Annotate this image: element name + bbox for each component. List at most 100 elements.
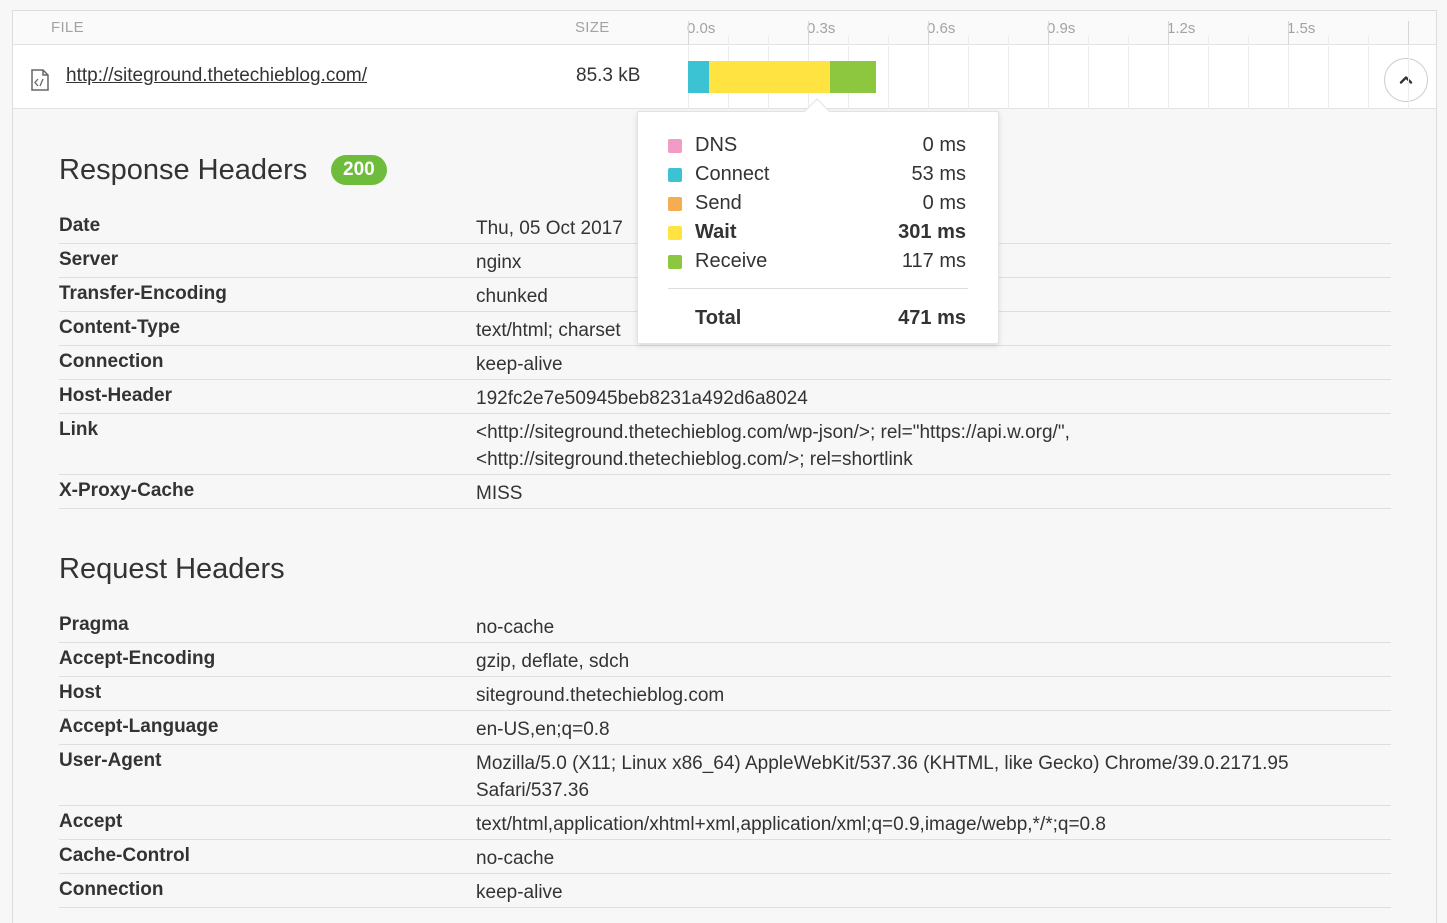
timeline-tick-mark <box>1248 36 1249 45</box>
timeline-grid-line <box>968 46 969 109</box>
header-value: gzip, deflate, sdch <box>476 651 630 672</box>
header-key: User-Agent <box>59 750 162 771</box>
header-value: keep-alive <box>476 882 563 903</box>
file-row[interactable]: http://siteground.thetechieblog.com/ 85.… <box>13 45 1436 109</box>
timing-label: Wait <box>695 221 737 243</box>
file-size: 85.3 kB <box>576 65 641 86</box>
timing-swatch <box>668 197 682 211</box>
request-headers-table: Pragma no-cache Accept-Encoding gzip, defla… <box>59 609 1391 908</box>
timeline-grid-line <box>1288 46 1289 109</box>
header-row: Accept-Encoding gzip, deflate, sdch <box>59 643 1391 677</box>
timing-value: 301 ms <box>898 221 966 243</box>
timing-tooltip: DNS 0 ms Connect 53 ms Send 0 ms Wait 301 ms Rec… <box>637 98 999 344</box>
timing-value: 0 ms <box>922 134 966 156</box>
timeline-grid-line <box>1128 46 1129 109</box>
timeline-tick-mark <box>808 21 809 45</box>
header-row: Connection keep-alive <box>59 346 1391 380</box>
timeline-grid-line <box>1368 46 1369 109</box>
timeline-tick-mark <box>1088 36 1089 45</box>
header-key: Link <box>59 419 99 440</box>
timeline-grid-line <box>1048 46 1049 109</box>
header-value: no-cache <box>476 848 555 869</box>
timing-swatch <box>668 255 682 269</box>
timeline-tick-mark <box>928 21 929 45</box>
timing-label: DNS <box>695 134 738 156</box>
header-key: Host-Header <box>59 385 172 406</box>
timeline-grid-line <box>1168 46 1169 109</box>
header-row: Connection keep-alive <box>59 874 1391 908</box>
header-key: X-Proxy-Cache <box>59 480 195 501</box>
timeline-grid-line <box>1408 46 1409 109</box>
timeline-tick-mark <box>1208 36 1209 45</box>
header-row: Link <http://siteground.thetechieblog.com… <box>59 414 1391 475</box>
timeline-tick-mark <box>1288 21 1289 45</box>
header-row: User-Agent Mozilla/5.0 (X11; Linux x86_64… <box>59 745 1391 806</box>
timeline-tick-label: 0.6s <box>927 20 956 37</box>
timing-total-value: 471 ms <box>898 307 966 329</box>
header-value: text/html,application/xhtml+xml,applicat… <box>476 814 1106 835</box>
waterfall-segment-wait[interactable] <box>709 61 830 93</box>
timing-label: Receive <box>695 250 768 272</box>
timing-value: 117 ms <box>901 250 966 272</box>
timing-row-receive: Receive 117 ms <box>668 250 968 274</box>
timeline-grid-line <box>888 46 889 109</box>
timeline-grid-line <box>1088 46 1089 109</box>
chevron-up-icon <box>1399 76 1413 84</box>
timeline-tick-mark <box>688 21 689 45</box>
timing-total-label: Total <box>695 307 742 329</box>
header-key: Host <box>59 682 102 703</box>
timing-value: 0 ms <box>922 192 966 214</box>
har-viewer-panel: FILE SIZE 0.0s 0.3s 0.6s 0.9s 1.2s 1.5s http:… <box>12 10 1437 923</box>
header-value: Mozilla/5.0 (X11; Linux x86_64) AppleWeb… <box>476 753 1289 801</box>
timeline-tick-label: 0.0s <box>687 20 716 37</box>
timeline-tick-mark <box>1368 36 1369 45</box>
timeline-tick-mark <box>768 36 769 45</box>
header-key: Connection <box>59 351 164 372</box>
file-url-link[interactable]: http://siteground.thetechieblog.com/ <box>66 65 367 87</box>
timeline-grid-line <box>1008 46 1009 109</box>
header-key: Accept <box>59 811 123 832</box>
column-file-label: FILE <box>51 19 84 36</box>
header-value: keep-alive <box>476 354 563 375</box>
timing-row-connect: Connect 53 ms <box>668 163 968 187</box>
header-value: 192fc2e7e50945beb8231a492d6a8024 <box>476 388 808 409</box>
header-value: MISS <box>476 483 523 504</box>
header-row: Host siteground.thetechieblog.com <box>59 677 1391 711</box>
waterfall-segment-connect[interactable] <box>688 61 710 93</box>
timeline-grid-line <box>1208 46 1209 109</box>
timeline-grid-line <box>928 46 929 109</box>
timing-label: Send <box>695 192 742 214</box>
tooltip-divider <box>668 288 968 289</box>
timeline-tick-mark <box>1008 36 1009 45</box>
waterfall-segment-receive[interactable] <box>829 61 877 93</box>
timeline-tick-mark <box>888 36 889 45</box>
timing-row-wait: Wait 301 ms <box>668 221 968 245</box>
header-value: en-US,en;q=0.8 <box>476 719 610 740</box>
timeline-tick-label: 1.5s <box>1287 20 1316 37</box>
header-key: Accept-Encoding <box>59 648 216 669</box>
timeline-tick-mark <box>968 36 969 45</box>
timeline-grid-line <box>1248 46 1249 109</box>
timeline-grid-line <box>1328 46 1329 109</box>
timeline-tick-mark <box>1048 21 1049 45</box>
timeline-tick-mark <box>728 36 729 45</box>
timeline-tick-mark <box>1128 36 1129 45</box>
timeline-tick-label: 0.3s <box>807 20 836 37</box>
file-code-icon <box>31 69 49 91</box>
timing-swatch <box>668 139 682 153</box>
header-value: <http://siteground.thetechieblog.com/wp-… <box>476 422 1070 470</box>
header-row: Cache-Control no-cache <box>59 840 1391 874</box>
request-headers-title: Request Headers <box>59 553 285 585</box>
timing-row-send: Send 0 ms <box>668 192 968 216</box>
header-key: Date <box>59 215 101 236</box>
timing-swatch <box>668 168 682 182</box>
timeline-tick-label: 0.9s <box>1047 20 1076 37</box>
status-badge: 200 <box>331 155 387 185</box>
header-row: Accept-Language en-US,en;q=0.8 <box>59 711 1391 745</box>
header-row: Pragma no-cache <box>59 609 1391 643</box>
header-value: no-cache <box>476 617 555 638</box>
response-headers-title: Response Headers <box>59 154 308 186</box>
header-key: Server <box>59 249 119 270</box>
header-row: X-Proxy-Cache MISS <box>59 475 1391 509</box>
collapse-button[interactable] <box>1384 58 1428 102</box>
